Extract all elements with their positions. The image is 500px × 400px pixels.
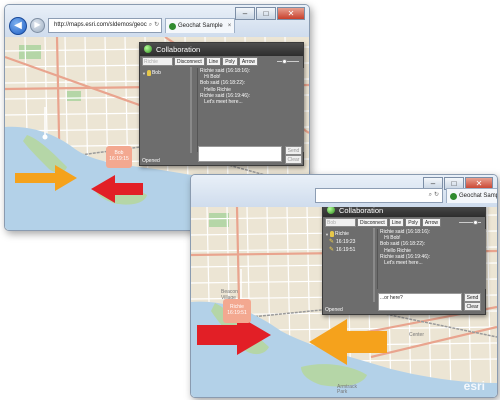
nav-row: ⌕ ↻ Geochat Sample × ⌂ ☆ ⚙ — [195, 187, 497, 204]
slider-knob[interactable] — [473, 219, 478, 225]
expand-icon[interactable]: ▼ — [142, 71, 146, 76]
location-marker-bob[interactable]: Bob 16:19:15 — [106, 146, 132, 168]
chat-log: Richie said (16:18:16): Hi Bob! Bob said… — [377, 229, 486, 289]
pencil-icon: ✎ — [329, 247, 335, 253]
message-input[interactable] — [198, 146, 282, 162]
line-button[interactable]: Line — [388, 218, 405, 227]
panel-title: Collaboration — [339, 207, 384, 215]
user-item[interactable]: ✎ 16:19:51 — [325, 246, 369, 254]
user-name: Richie — [334, 231, 349, 237]
status-text: Opened — [325, 307, 343, 313]
expand-icon[interactable]: ▼ — [325, 232, 329, 237]
site-icon — [169, 22, 176, 30]
send-button[interactable]: Send — [464, 293, 481, 302]
clear-button[interactable]: Clear — [285, 155, 302, 164]
poly-button[interactable]: Poly — [222, 57, 238, 66]
arrow-button[interactable]: Arrow — [238, 57, 258, 66]
line-button[interactable]: Line — [205, 57, 222, 66]
nav-row: ◀ ▶ http://maps.esri.com/sldemos/geoc ⌕ … — [9, 16, 305, 35]
marker-time: 16:19:15 — [109, 156, 129, 162]
title-bar: – □ ✕ ⌕ ↻ Geochat Sample × ⌂ ☆ ⚙ — [191, 175, 497, 207]
user-list: ▼ Bob — [142, 69, 186, 153]
tab-title: Geochat Sample — [459, 193, 497, 199]
username-field[interactable]: Bob — [325, 218, 356, 227]
opacity-slider[interactable] — [459, 219, 481, 225]
address-bar[interactable]: ⌕ ↻ — [315, 188, 443, 203]
title-bar: – □ ✕ ◀ ▶ http://maps.esri.com/sldemos/g… — [5, 5, 309, 37]
poly-button[interactable]: Poly — [405, 218, 421, 227]
map-page[interactable]: Beacon Village Center Armtrack Park Rich… — [191, 207, 497, 397]
site-icon — [450, 192, 457, 200]
address-bar[interactable]: http://maps.esri.com/sldemos/geoc ⌕ ↻ — [48, 18, 162, 33]
chat-log: Richie said (16:18:16): Hi Bob! Bob said… — [197, 68, 304, 152]
user-item[interactable]: ▼ Bob — [142, 69, 186, 77]
clear-button[interactable]: Clear — [464, 302, 481, 311]
pencil-icon: ✎ — [329, 239, 335, 245]
globe-icon — [144, 45, 152, 53]
opacity-slider[interactable] — [277, 58, 299, 64]
username-field[interactable]: Richie — [142, 57, 173, 66]
disconnect-button[interactable]: Disconnect — [357, 218, 388, 227]
tab-close-icon[interactable]: × — [228, 19, 232, 33]
globe-icon — [327, 207, 335, 214]
message-input[interactable]: ...or here? — [378, 293, 462, 311]
user-name: 16:19:51 — [336, 247, 356, 253]
panel-header: Collaboration — [323, 207, 485, 217]
tab-geochat[interactable]: Geochat Sample × — [165, 18, 236, 33]
panel-header: Collaboration — [140, 43, 303, 56]
scrollbar[interactable] — [190, 67, 192, 153]
collaboration-panel: Collaboration Richie Disconnect Line Pol… — [139, 42, 304, 166]
map-label-park: Armtrack Park — [337, 384, 357, 395]
send-button[interactable]: Send — [285, 146, 302, 155]
search-icon[interactable]: ⌕ — [429, 189, 432, 202]
user-name: 16:19:23 — [336, 239, 356, 245]
refresh-icon[interactable]: ↻ — [154, 19, 159, 32]
user-list: ▼ Richie ✎ 16:19:23 ✎ 16:19:51 — [325, 230, 369, 302]
user-item[interactable]: ▼ Richie — [325, 230, 369, 238]
status-text: Opened — [142, 158, 160, 164]
panel-toolbar: Bob Disconnect Line Poly Arrow — [323, 217, 485, 228]
browser-window-2: – □ ✕ ⌕ ↻ Geochat Sample × ⌂ ☆ ⚙ — [190, 174, 498, 398]
esri-logo: esri — [463, 379, 485, 393]
user-icon — [329, 231, 334, 237]
back-icon[interactable]: ◀ — [9, 16, 27, 35]
map-label-center: Center — [409, 332, 425, 338]
user-item[interactable]: ✎ 16:19:23 — [325, 238, 369, 246]
panel-title: Collaboration — [156, 45, 201, 54]
collaboration-panel: Collaboration Bob Disconnect Line Poly A… — [322, 207, 486, 315]
forward-icon[interactable]: ▶ — [30, 18, 45, 33]
refresh-icon[interactable]: ↻ — [434, 189, 439, 202]
tab-title: Geochat Sample — [178, 23, 223, 29]
user-name: Bob — [151, 70, 161, 76]
disconnect-button[interactable]: Disconnect — [174, 57, 205, 66]
search-icon[interactable]: ⌕ — [149, 19, 152, 32]
marker-time: 16:19:51 — [227, 310, 247, 316]
tab-geochat[interactable]: Geochat Sample × — [446, 188, 497, 203]
slider-knob[interactable] — [282, 58, 287, 64]
user-icon — [146, 70, 151, 76]
address-text: http://maps.esri.com/sldemos/geoc — [54, 22, 147, 28]
panel-toolbar: Richie Disconnect Line Poly Arrow — [140, 56, 303, 67]
scrollbar[interactable] — [373, 228, 375, 302]
location-marker-richie[interactable]: Richie 16:19:51 — [223, 299, 251, 323]
arrow-button[interactable]: Arrow — [421, 218, 441, 227]
